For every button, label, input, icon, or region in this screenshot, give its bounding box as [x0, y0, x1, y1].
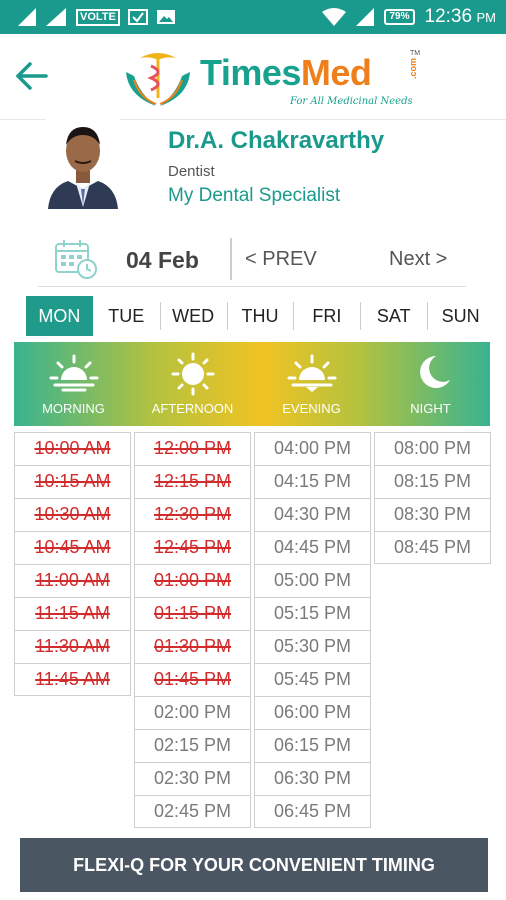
time-slot: 01:00 PM [134, 564, 251, 597]
time-slot[interactable]: 06:00 PM [254, 696, 371, 729]
next-button[interactable]: Next > [389, 248, 447, 271]
image-icon [156, 10, 175, 24]
doctor-avatar [46, 117, 120, 209]
time-slot: 01:30 PM [134, 630, 251, 663]
tab-tue[interactable]: TUE [93, 296, 160, 336]
time-slot[interactable]: 08:30 PM [374, 498, 491, 531]
night-slots: 08:00 PM 08:15 PM 08:30 PM 08:45 PM [374, 432, 491, 564]
time-slot[interactable]: 02:45 PM [134, 795, 251, 828]
clock-ampm: PM [476, 10, 497, 25]
status-right: 79% 12:36 PM [322, 6, 497, 28]
time-slot[interactable]: 02:15 PM [134, 729, 251, 762]
sunset-icon [287, 354, 336, 392]
back-arrow-icon[interactable] [12, 56, 52, 96]
check-icon [127, 9, 148, 25]
time-slot[interactable]: 04:15 PM [254, 465, 371, 498]
time-slot[interactable]: 05:30 PM [254, 630, 371, 663]
morning-slots: 10:00 AM 10:15 AM 10:30 AM 10:45 AM 11:00 AM… [14, 432, 131, 696]
doctor-name: Dr.A. Chakravarthy [168, 127, 385, 154]
time-slot: 11:00 AM [14, 564, 131, 597]
period-label: EVENING [282, 401, 341, 416]
time-slot: 10:00 AM [14, 432, 131, 465]
status-bar: VOLTE 79% 12:36 PM [0, 0, 506, 34]
flexi-q-button[interactable]: FLEXI-Q FOR YOUR CONVENIENT TIMING [20, 838, 488, 892]
tab-sun[interactable]: SUN [427, 296, 494, 336]
time-slot: 11:15 AM [14, 597, 131, 630]
calendar-icon[interactable] [54, 238, 98, 280]
tab-thu[interactable]: THU [226, 296, 294, 336]
brand-tm: TM [410, 50, 421, 57]
clock-time: 12:36 [424, 6, 473, 27]
brand-times: Times [200, 52, 301, 93]
tab-wed[interactable]: WED [159, 296, 227, 336]
signal-icon [356, 8, 375, 26]
time-slot[interactable]: 06:30 PM [254, 762, 371, 795]
period-afternoon[interactable]: AFTERNOON [133, 342, 252, 426]
time-slot: 12:30 PM [134, 498, 251, 531]
time-slot: 01:45 PM [134, 663, 251, 696]
afternoon-slots: 12:00 PM 12:15 PM 12:30 PM 12:45 PM 01:00 PM… [134, 432, 251, 828]
signal-icon [18, 8, 36, 26]
time-slot[interactable]: 06:15 PM [254, 729, 371, 762]
period-label: MORNING [42, 401, 105, 416]
tab-mon[interactable]: MON [26, 296, 93, 336]
caduceus-hands-icon [126, 53, 190, 106]
wifi-icon [322, 8, 347, 26]
time-slot[interactable]: 08:00 PM [374, 432, 491, 465]
timesmed-logo: TimesMed .com TM For All Medicinal Needs [118, 50, 421, 112]
time-slot[interactable]: 08:15 PM [374, 465, 491, 498]
app-header: TimesMed .com TM For All Medicinal Needs [0, 34, 506, 120]
selected-date: 04 Feb [126, 247, 199, 273]
status-left: VOLTE [18, 7, 176, 27]
time-slot: 12:00 PM [134, 432, 251, 465]
moon-icon [419, 356, 450, 388]
time-slot: 12:45 PM [134, 531, 251, 564]
volte-badge: VOLTE [76, 8, 120, 26]
time-slot: 11:45 AM [14, 663, 131, 696]
evening-slots: 04:00 PM 04:15 PM 04:30 PM 04:45 PM 05:00 PM… [254, 432, 371, 828]
time-slot[interactable]: 05:00 PM [254, 564, 371, 597]
time-slot[interactable]: 04:45 PM [254, 531, 371, 564]
period-label: AFTERNOON [151, 401, 234, 416]
battery-indicator: 79% [384, 9, 415, 25]
time-slot[interactable]: 08:45 PM [374, 531, 491, 564]
time-slot: 10:15 AM [14, 465, 131, 498]
doctor-specialty: Dentist [168, 163, 215, 180]
period-morning[interactable]: MORNING [14, 342, 133, 426]
tab-fri[interactable]: FRI [293, 296, 360, 336]
sunrise-icon [49, 354, 98, 392]
brand-name: TimesMed [200, 52, 372, 94]
sun-icon [171, 352, 214, 396]
tab-sat[interactable]: SAT [360, 296, 427, 336]
time-slot[interactable]: 04:30 PM [254, 498, 371, 531]
period-banner: MORNING AFTERNOON EVENING NIGHT [14, 342, 490, 426]
brand-med: Med [300, 52, 372, 93]
prev-button[interactable]: < PREV [245, 248, 317, 271]
brand-tagline: For All Medicinal Needs [290, 96, 413, 107]
time-slot: 10:45 AM [14, 531, 131, 564]
date-underline [38, 286, 466, 287]
time-slot: 12:15 PM [134, 465, 251, 498]
time-slot[interactable]: 04:00 PM [254, 432, 371, 465]
time-slot[interactable]: 06:45 PM [254, 795, 371, 828]
day-tabs: MON TUE WED THU FRI SAT SUN [26, 296, 494, 336]
time-slot[interactable]: 05:15 PM [254, 597, 371, 630]
time-slot: 11:30 AM [14, 630, 131, 663]
doctor-clinic[interactable]: My Dental Specialist [168, 185, 340, 207]
date-divider [230, 238, 232, 280]
period-evening[interactable]: EVENING [252, 342, 371, 426]
period-label: NIGHT [410, 401, 451, 416]
time-slot[interactable]: 05:45 PM [254, 663, 371, 696]
signal-icon [46, 8, 66, 26]
period-night[interactable]: NIGHT [371, 342, 490, 426]
time-slot: 10:30 AM [14, 498, 131, 531]
time-slot[interactable]: 02:30 PM [134, 762, 251, 795]
brand-com: .com [408, 58, 418, 80]
time-slot: 01:15 PM [134, 597, 251, 630]
status-clock: 12:36 PM [425, 6, 497, 28]
time-slot[interactable]: 02:00 PM [134, 696, 251, 729]
